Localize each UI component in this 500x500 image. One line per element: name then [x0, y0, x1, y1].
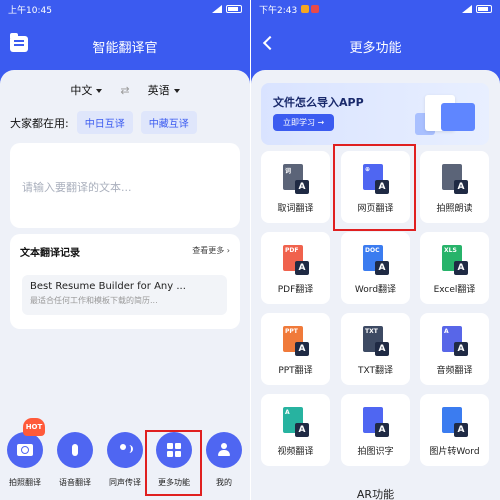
word-icon: DOC A [363, 245, 389, 275]
ocr-icon: A [363, 407, 389, 437]
tile-label: 拍照朗读 [436, 204, 473, 214]
tile-book-camera[interactable]: A 拍照朗读 [420, 151, 489, 223]
notification-icon [301, 5, 310, 13]
tile-label: TXT翻译 [357, 366, 393, 376]
bottom-nav: HOT 拍照翻译 语音翻译 同声传译 更多功能 我的 [0, 418, 250, 500]
tile-label: 拍图识字 [357, 447, 394, 457]
tile-ocr[interactable]: A 拍图识字 [341, 394, 410, 466]
tile-label: 取词翻译 [277, 204, 314, 214]
frequent-label: 大家都在用: [10, 116, 69, 130]
status-bar: 上午10:45 [0, 0, 250, 18]
frequent-section: 大家都在用: 中日互译 中藏互译 [10, 111, 197, 134]
tile-video[interactable]: A A 视频翻译 [261, 394, 330, 466]
highlight-box [333, 144, 416, 231]
tile-txt[interactable]: TXT A TXT翻译 [341, 313, 410, 385]
hot-badge: HOT [23, 418, 45, 436]
page-title: 更多功能 [349, 40, 402, 56]
input-placeholder: 请输入要翻译的文本... [22, 181, 132, 194]
documents-illustration-icon [411, 91, 479, 137]
highlight-box [145, 430, 202, 496]
battery-icon [226, 5, 242, 13]
pdf-icon: PDF A [283, 245, 309, 275]
notification-icon [311, 5, 320, 13]
learn-now-button[interactable]: 立即学习 → [273, 114, 335, 131]
header: 更多功能 [251, 26, 500, 66]
excel-icon: XLS A [442, 245, 468, 275]
back-icon[interactable] [262, 35, 278, 51]
image-to-word-icon: A [442, 407, 468, 437]
history-item-title: Best Resume Builder for Any ... [30, 281, 186, 292]
swap-icon[interactable]: ⇄ [120, 84, 129, 97]
status-bar: 下午2:43 [251, 0, 500, 18]
video-icon: AA [283, 407, 309, 437]
tile-label: Excel翻译 [433, 285, 476, 295]
camera-icon [17, 444, 33, 456]
folder-icon[interactable] [10, 33, 28, 52]
caret-down-icon [173, 89, 180, 93]
tile-ppt[interactable]: PPT A PPT翻译 [261, 313, 330, 385]
chip-zh-ja[interactable]: 中日互译 [76, 111, 133, 134]
tile-label: 音频翻译 [436, 366, 473, 376]
tile-label: Word翻译 [354, 285, 397, 295]
tile-image-to-word[interactable]: A 图片转Word [420, 394, 489, 466]
tile-word-pick[interactable]: 词 A 取词翻译 [261, 151, 330, 223]
profile-icon [217, 443, 231, 457]
text-input[interactable]: 请输入要翻译的文本... [10, 143, 240, 228]
battery-icon [476, 5, 492, 13]
target-language[interactable]: 英语 [148, 82, 180, 98]
nav-interpret[interactable]: 同声传译 [103, 432, 147, 488]
signal-icon [212, 5, 222, 13]
nav-voice-translate[interactable]: 语音翻译 [53, 432, 97, 488]
tile-pdf[interactable]: PDF A PDF翻译 [261, 232, 330, 304]
nav-photo-translate[interactable]: HOT 拍照翻译 [3, 418, 47, 488]
word-pick-icon: 词A [283, 164, 309, 194]
ppt-icon: PPT A [283, 326, 309, 356]
txt-icon: TXT A [363, 326, 389, 356]
interpret-icon [118, 443, 133, 457]
source-language[interactable]: 中文 [70, 82, 103, 98]
language-selector: 中文 ⇄ 英语 [0, 82, 250, 98]
status-time: 上午10:45 [8, 5, 52, 16]
tile-label: PDF翻译 [277, 285, 314, 295]
history-title: 文本翻译记录 [20, 248, 80, 259]
status-time: 下午2:43 [259, 5, 298, 16]
caret-down-icon [96, 89, 103, 93]
nav-profile[interactable]: 我的 [202, 432, 246, 488]
tile-word[interactable]: DOC A Word翻译 [341, 232, 410, 304]
tile-excel[interactable]: XLS A Excel翻译 [420, 232, 489, 304]
tile-label: 视频翻译 [277, 447, 314, 457]
tile-audio[interactable]: A A 音频翻译 [420, 313, 489, 385]
tile-label: 图片转Word [429, 447, 480, 457]
import-banner[interactable]: 文件怎么导入APP 立即学习 → [261, 83, 489, 145]
history-item[interactable]: Best Resume Builder for Any ... 最适合任何工作和… [22, 275, 227, 315]
header: 智能翻译官 [0, 26, 250, 66]
chip-zh-bo[interactable]: 中藏互译 [140, 111, 197, 134]
audio-icon: AA [442, 326, 468, 356]
history-item-subtitle: 最适合任何工作和模板下载的简历... [30, 296, 158, 305]
signal-icon [462, 5, 472, 13]
view-more-link[interactable]: 查看更多 › [192, 245, 230, 256]
history-card: 文本翻译记录 查看更多 › Best Resume Builder for An… [10, 234, 240, 329]
banner-title: 文件怎么导入APP [273, 96, 364, 109]
section-title: AR功能 [356, 488, 395, 500]
microphone-icon [72, 444, 78, 456]
book-camera-icon: A [442, 164, 468, 194]
tile-label: PPT翻译 [278, 366, 313, 376]
page-title: 智能翻译官 [92, 40, 158, 56]
